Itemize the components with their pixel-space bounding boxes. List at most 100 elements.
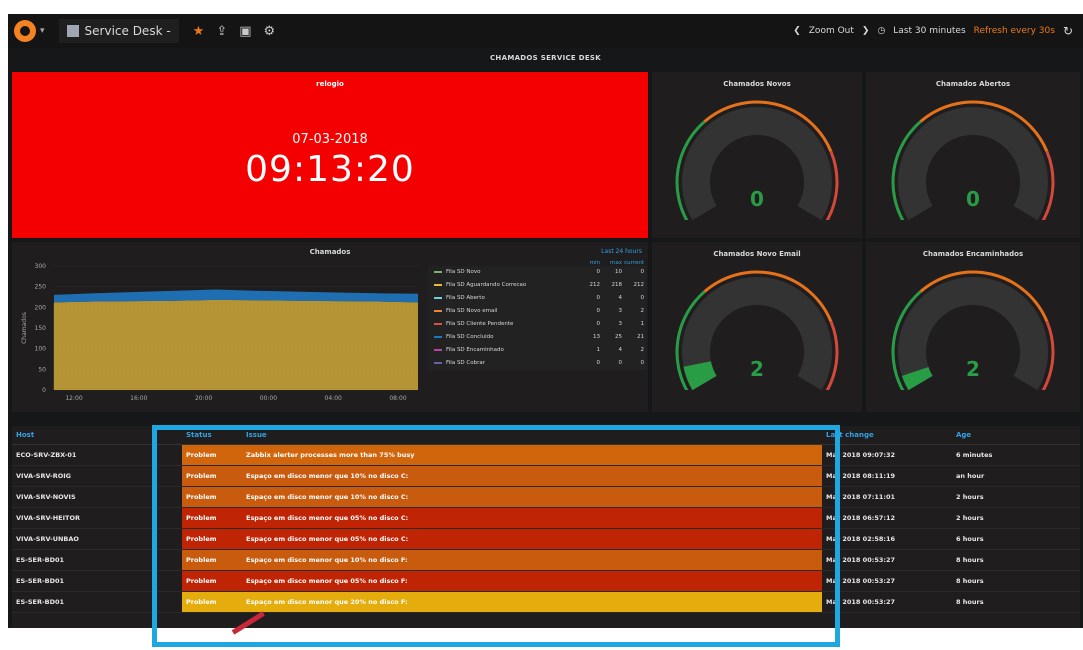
- legend-header-max: max: [610, 260, 622, 266]
- zoom-forward-icon[interactable]: ❯: [862, 26, 870, 36]
- highlight-annotation-box: [152, 425, 840, 647]
- clock-date: 07-03-2018: [292, 132, 368, 147]
- y-tick-label: 0: [42, 387, 46, 394]
- gauge-value: 2: [966, 357, 980, 381]
- legend-swatch: [434, 362, 442, 365]
- panel-title: relogio: [316, 80, 344, 88]
- dashboard-grid-icon: [66, 25, 79, 37]
- grafana-logo-icon[interactable]: [14, 20, 36, 42]
- dashboard-picker-button[interactable]: Service Desk -: [58, 19, 179, 43]
- last-change-cell: Mar 2018 08:11:19: [822, 465, 952, 487]
- age-cell: 6 minutes: [952, 444, 1080, 466]
- x-tick-label: 08:00: [389, 395, 406, 402]
- legend-label: Fila SD Novo email: [446, 308, 498, 315]
- screenshot-root: ▾ Service Desk - ★ ⇪ ▣ ⚙ ❮ Zoom Out ❯ ◷ …: [0, 0, 1083, 650]
- save-icon[interactable]: ▣: [239, 24, 251, 39]
- legend-swatch: [434, 310, 442, 313]
- legend-item[interactable]: Fila SD Cliente Pendente 0 3 1: [428, 318, 646, 331]
- legend-item[interactable]: Fila SD Encaminhado 1 4 2: [428, 344, 646, 357]
- age-cell: 8 hours: [952, 549, 1080, 571]
- legend-item[interactable]: Fila SD Novo email 0 3 2: [428, 305, 646, 318]
- legend-current: 2: [640, 308, 645, 315]
- legend-item[interactable]: Fila SD Aguardando Correcao 212 218 212: [428, 279, 646, 292]
- y-axis-label: Chamados: [21, 312, 28, 344]
- gauge-panel-chamados-novos: Chamados Novos 0: [652, 72, 862, 238]
- refresh-interval[interactable]: Refresh every 30s: [974, 26, 1055, 36]
- gauge-value: 0: [966, 187, 980, 211]
- clock-time: 09:13:20: [245, 149, 415, 190]
- legend-label: Fila SD Aguardando Correcao: [446, 282, 527, 289]
- legend-item[interactable]: Fila SD Aberto 0 4 0: [428, 292, 646, 305]
- panel-time-range[interactable]: Last 24 hours: [601, 248, 642, 255]
- gauge-value: 0: [750, 187, 764, 211]
- legend-min: 212: [589, 282, 601, 289]
- legend-min: 0: [596, 269, 601, 276]
- last-change-cell: Mar 2018 00:53:27: [822, 570, 952, 592]
- refresh-icon[interactable]: ↻: [1063, 24, 1073, 38]
- legend-header-current: current: [624, 260, 644, 266]
- x-tick-label: 20:00: [195, 395, 212, 402]
- column-header-last-change[interactable]: Last change: [822, 426, 952, 445]
- legend-label: Fila SD Aberto: [446, 295, 485, 302]
- legend-current: 0: [640, 269, 645, 276]
- zoom-back-icon[interactable]: ❮: [793, 26, 801, 36]
- x-tick-label: 00:00: [260, 395, 277, 402]
- legend-min: 0: [596, 360, 601, 367]
- area-series-aguardando-correcao: [54, 299, 418, 390]
- legend-max: 3: [618, 308, 623, 315]
- last-change-cell: Mar 2018 02:58:16: [822, 528, 952, 550]
- share-icon[interactable]: ⇪: [216, 24, 227, 39]
- legend-min: 1: [596, 347, 601, 354]
- legend-swatch: [434, 284, 442, 287]
- legend-swatch: [434, 349, 442, 352]
- row-title: CHAMADOS SERVICE DESK: [490, 54, 601, 62]
- legend-label: Fila SD Novo: [446, 269, 481, 276]
- legend-max: 4: [618, 295, 623, 302]
- gauge-panel-chamados-novo-email: Chamados Novo Email 2: [652, 242, 862, 412]
- panel-title: Chamados Abertos: [935, 80, 1011, 88]
- chamados-graph-panel: Chamados Last 24 hours 300 250 200 150 100 50…: [12, 242, 648, 412]
- x-tick-label: 04:00: [325, 395, 342, 402]
- zoom-out-button[interactable]: Zoom Out: [809, 26, 854, 36]
- star-icon[interactable]: ★: [193, 24, 205, 39]
- legend-item[interactable]: Fila SD Concluido 13 25 21: [428, 331, 646, 344]
- legend-max: 25: [615, 334, 622, 341]
- column-header-age[interactable]: Age: [952, 426, 1080, 445]
- gauge-value: 2: [750, 357, 764, 381]
- y-tick-label: 250: [35, 284, 47, 291]
- legend-current: 0: [640, 295, 645, 302]
- last-change-cell: Mar 2018 09:07:32: [822, 444, 952, 466]
- last-change-cell: Mar 2018 07:11:01: [822, 486, 952, 508]
- legend-min: 0: [596, 321, 601, 328]
- chevron-down-icon[interactable]: ▾: [40, 26, 45, 36]
- legend-current: 1: [640, 321, 645, 328]
- time-range-picker[interactable]: Last 30 minutes: [893, 26, 965, 36]
- y-tick-label: 50: [38, 366, 46, 373]
- age-cell: 6 hours: [952, 528, 1080, 550]
- graph-legend: min max current Fila SD Novo 0 10 0 Fila SD …: [428, 260, 646, 370]
- panel-title: Chamados Novo Email: [713, 250, 801, 258]
- age-cell: 8 hours: [952, 591, 1080, 613]
- y-tick-label: 100: [35, 346, 47, 353]
- last-change-cell: Mar 2018 00:53:27: [822, 549, 952, 571]
- x-tick-label: 12:00: [65, 395, 82, 402]
- age-cell: an hour: [952, 465, 1080, 487]
- legend-max: 10: [615, 269, 622, 276]
- clock-panel: relogio 07-03-2018 09:13:20: [12, 72, 648, 238]
- legend-current: 21: [637, 334, 644, 341]
- area-chart: 300 250 200 150 100 50 0 Chamados 12:00 16:00 20:0…: [21, 263, 418, 402]
- gear-icon[interactable]: ⚙: [264, 24, 276, 39]
- legend-item[interactable]: Fila SD Cobrar 0 0 0: [428, 357, 646, 370]
- dashboard-title: Service Desk -: [84, 24, 171, 38]
- legend-swatch: [434, 336, 442, 339]
- top-navbar: ▾ Service Desk - ★ ⇪ ▣ ⚙ ❮ Zoom Out ❯ ◷ …: [8, 14, 1083, 48]
- legend-min: 0: [596, 295, 601, 302]
- legend-max: 4: [618, 347, 623, 354]
- last-change-cell: Mar 2018 00:53:27: [822, 591, 952, 613]
- legend-min: 13: [593, 334, 600, 341]
- gauge-panel-chamados-abertos: Chamados Abertos 0: [866, 72, 1080, 238]
- legend-item[interactable]: Fila SD Novo 0 10 0: [428, 266, 646, 279]
- legend-swatch: [434, 323, 442, 326]
- gauge-panel-chamados-encaminhados: Chamados Encaminhados 2: [866, 242, 1080, 412]
- legend-max: 218: [611, 282, 623, 289]
